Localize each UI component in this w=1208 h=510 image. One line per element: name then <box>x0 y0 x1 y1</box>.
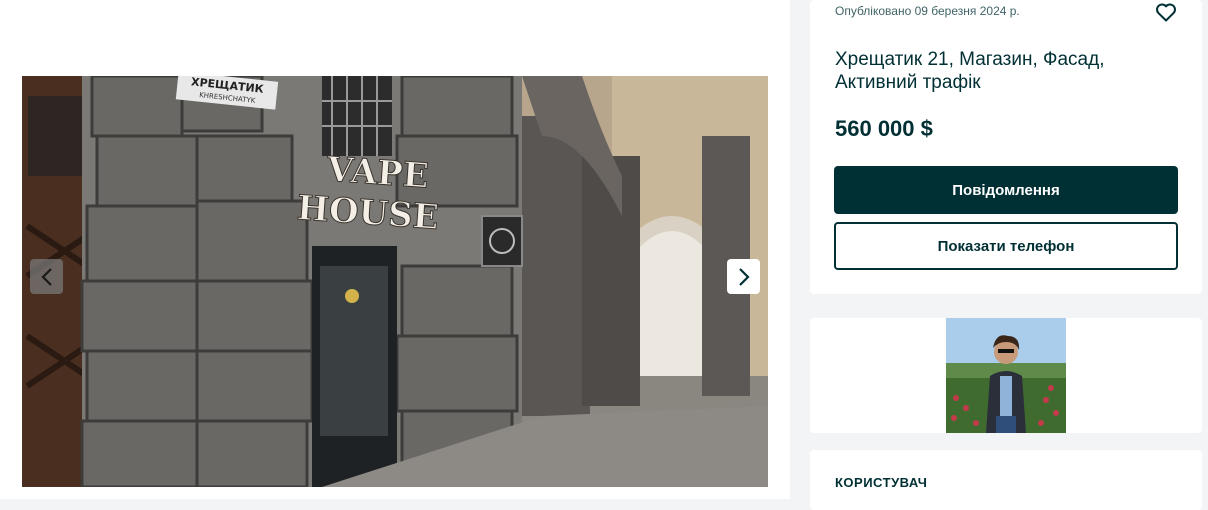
left-pane: VAPE HOUSE ХРЕЩАТИК KHRESHCHATYK <box>0 0 790 499</box>
chevron-right-icon <box>738 267 750 286</box>
listing-title: Хрещатик 21, Магазин, Фасад, Активний тр… <box>835 49 1105 93</box>
listing-info-card: Опубліковано 09 березня 2024 р. Хрещатик… <box>810 0 1202 294</box>
gallery-next-button[interactable] <box>727 259 760 294</box>
user-section-heading: КОРИСТУВАЧ <box>835 475 928 490</box>
gallery-prev-button[interactable] <box>30 259 63 294</box>
listing-price: 560 000 $ <box>835 116 933 141</box>
seller-photo-card <box>810 318 1202 433</box>
show-phone-button[interactable]: Показати телефон <box>834 222 1178 270</box>
chevron-left-icon <box>40 267 52 286</box>
sign-vape: VAPE <box>325 149 430 196</box>
photo-gallery[interactable]: VAPE HOUSE ХРЕЩАТИК KHRESHCHATYK <box>22 76 768 487</box>
message-button[interactable]: Повідомлення <box>834 166 1178 214</box>
seller-avatar[interactable] <box>946 318 1066 433</box>
user-card: КОРИСТУВАЧ <box>810 450 1202 510</box>
heart-outline-icon[interactable] <box>1154 0 1178 24</box>
published-date: Опубліковано 09 березня 2024 р. <box>835 4 1020 18</box>
seller-avatar-image <box>946 318 1066 433</box>
listing-photo: VAPE HOUSE ХРЕЩАТИК KHRESHCHATYK <box>22 76 768 487</box>
